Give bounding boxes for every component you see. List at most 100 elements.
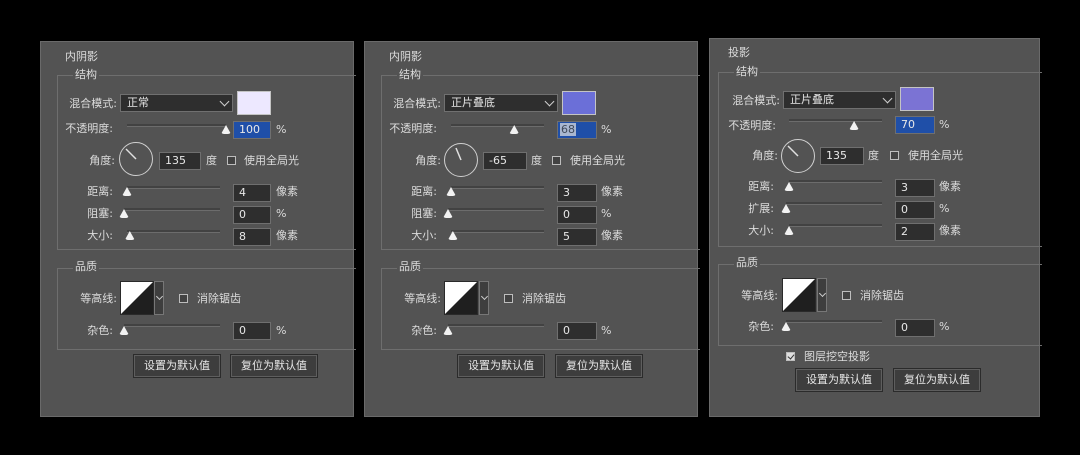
global-light-label: 使用全局光: [570, 154, 625, 167]
blend-mode-label: 混合模式:: [393, 97, 441, 110]
angle-value: 135: [826, 149, 847, 162]
contour-dropdown-button[interactable]: [817, 278, 827, 312]
opacity-label: 不透明度:: [65, 122, 113, 135]
size-value: 8: [239, 230, 246, 243]
angle-label: 角度:: [752, 149, 778, 162]
distance-unit: 像素: [601, 185, 623, 198]
choke-slider-track[interactable]: [124, 208, 220, 211]
distance-input[interactable]: 4: [233, 184, 271, 202]
contour-preview[interactable]: [782, 278, 816, 312]
opacity-input[interactable]: 68: [557, 121, 597, 139]
blend-mode-select[interactable]: 正片叠底: [444, 94, 558, 112]
contour-preview[interactable]: [120, 281, 154, 315]
distance-unit: 像素: [276, 185, 298, 198]
contour-label: 等高线:: [80, 292, 117, 305]
spread-input[interactable]: 0: [895, 201, 935, 219]
distance-label: 距离:: [87, 185, 113, 198]
global-light-checkbox[interactable]: [552, 156, 561, 165]
antialias-label: 消除锯齿: [197, 292, 241, 305]
distance-slider-track[interactable]: [451, 186, 544, 189]
distance-slider-track[interactable]: [789, 180, 882, 183]
opacity-slider-track[interactable]: [127, 124, 226, 127]
noise-label: 杂色:: [411, 324, 437, 337]
opacity-slider-track[interactable]: [789, 119, 882, 122]
size-input[interactable]: 5: [557, 228, 597, 246]
distance-input[interactable]: 3: [557, 184, 597, 202]
spread-slider-track[interactable]: [786, 202, 882, 205]
antialias-checkbox[interactable]: [842, 291, 851, 300]
antialias-checkbox[interactable]: [179, 294, 188, 303]
choke-slider-track[interactable]: [448, 208, 544, 211]
set-default-button[interactable]: 设置为默认值: [133, 354, 221, 378]
layer-knockout-label: 图层挖空投影: [804, 350, 870, 363]
noise-slider-track[interactable]: [448, 324, 544, 327]
shadow-color-swatch[interactable]: [237, 91, 271, 115]
noise-input[interactable]: 0: [233, 322, 271, 340]
noise-value: 0: [239, 324, 246, 337]
size-slider-track[interactable]: [451, 230, 544, 233]
blend-mode-label: 混合模式:: [732, 94, 780, 107]
contour-dropdown-button[interactable]: [154, 281, 164, 315]
opacity-input[interactable]: 70: [895, 116, 935, 134]
opacity-label: 不透明度:: [389, 122, 437, 135]
size-label: 大小:: [411, 229, 437, 242]
choke-input[interactable]: 0: [557, 206, 597, 224]
size-input[interactable]: 8: [233, 228, 271, 246]
opacity-slider-track[interactable]: [451, 124, 544, 127]
quality-title: 品质: [73, 260, 99, 273]
reset-default-button[interactable]: 复位为默认值: [555, 354, 643, 378]
blend-mode-select[interactable]: 正常: [120, 94, 233, 112]
angle-value: 135: [165, 154, 186, 167]
contour-preview[interactable]: [444, 281, 478, 315]
angle-label: 角度:: [89, 154, 115, 167]
blend-mode-value: 正片叠底: [451, 96, 495, 109]
chevron-down-icon: [219, 96, 230, 107]
opacity-unit: %: [276, 123, 287, 136]
shadow-color-swatch[interactable]: [562, 91, 596, 115]
global-light-checkbox[interactable]: [890, 151, 899, 160]
noise-input[interactable]: 0: [895, 319, 935, 337]
distance-unit: 像素: [939, 180, 961, 193]
set-default-button[interactable]: 设置为默认值: [795, 368, 883, 392]
inner-shadow-panel-1: 内阴影 结构 混合模式: 正常 不透明度: 100 % 角度: 135 度 使用…: [40, 41, 356, 417]
blend-mode-value: 正常: [127, 96, 149, 109]
blend-mode-select[interactable]: 正片叠底: [783, 91, 896, 109]
size-label: 大小:: [748, 224, 774, 237]
angle-input[interactable]: 135: [820, 147, 864, 165]
reset-default-button[interactable]: 复位为默认值: [893, 368, 981, 392]
angle-input[interactable]: 135: [159, 152, 201, 170]
opacity-input[interactable]: 100: [233, 121, 271, 139]
global-light-checkbox[interactable]: [227, 156, 236, 165]
size-unit: 像素: [276, 229, 298, 242]
antialias-checkbox[interactable]: [504, 294, 513, 303]
contour-dropdown-button[interactable]: [479, 281, 489, 315]
size-slider-track[interactable]: [127, 230, 220, 233]
size-slider-track[interactable]: [789, 224, 882, 227]
angle-input[interactable]: -65: [483, 152, 527, 170]
angle-dial[interactable]: [781, 139, 815, 173]
quality-title: 品质: [734, 256, 760, 269]
distance-slider-track[interactable]: [127, 186, 220, 189]
opacity-unit: %: [601, 123, 612, 136]
contour-label: 等高线:: [404, 292, 441, 305]
contour-curve-icon: [121, 282, 153, 314]
angle-dial[interactable]: [444, 143, 478, 177]
layer-knockout-checkbox[interactable]: [786, 352, 795, 361]
noise-slider-track[interactable]: [124, 324, 220, 327]
noise-slider-track[interactable]: [786, 320, 882, 323]
choke-value: 0: [563, 208, 570, 221]
noise-label: 杂色:: [87, 324, 113, 337]
size-input[interactable]: 2: [895, 223, 935, 241]
noise-input[interactable]: 0: [557, 322, 597, 340]
distance-input[interactable]: 3: [895, 179, 935, 197]
structure-title: 结构: [73, 68, 99, 81]
reset-default-button[interactable]: 复位为默认值: [230, 354, 318, 378]
set-default-button[interactable]: 设置为默认值: [457, 354, 545, 378]
angle-dial[interactable]: [119, 142, 153, 176]
shadow-color-swatch[interactable]: [900, 87, 934, 111]
global-light-label: 使用全局光: [908, 149, 963, 162]
size-value: 5: [563, 230, 570, 243]
choke-input[interactable]: 0: [233, 206, 271, 224]
noise-value: 0: [563, 324, 570, 337]
quality-title: 品质: [397, 260, 423, 273]
